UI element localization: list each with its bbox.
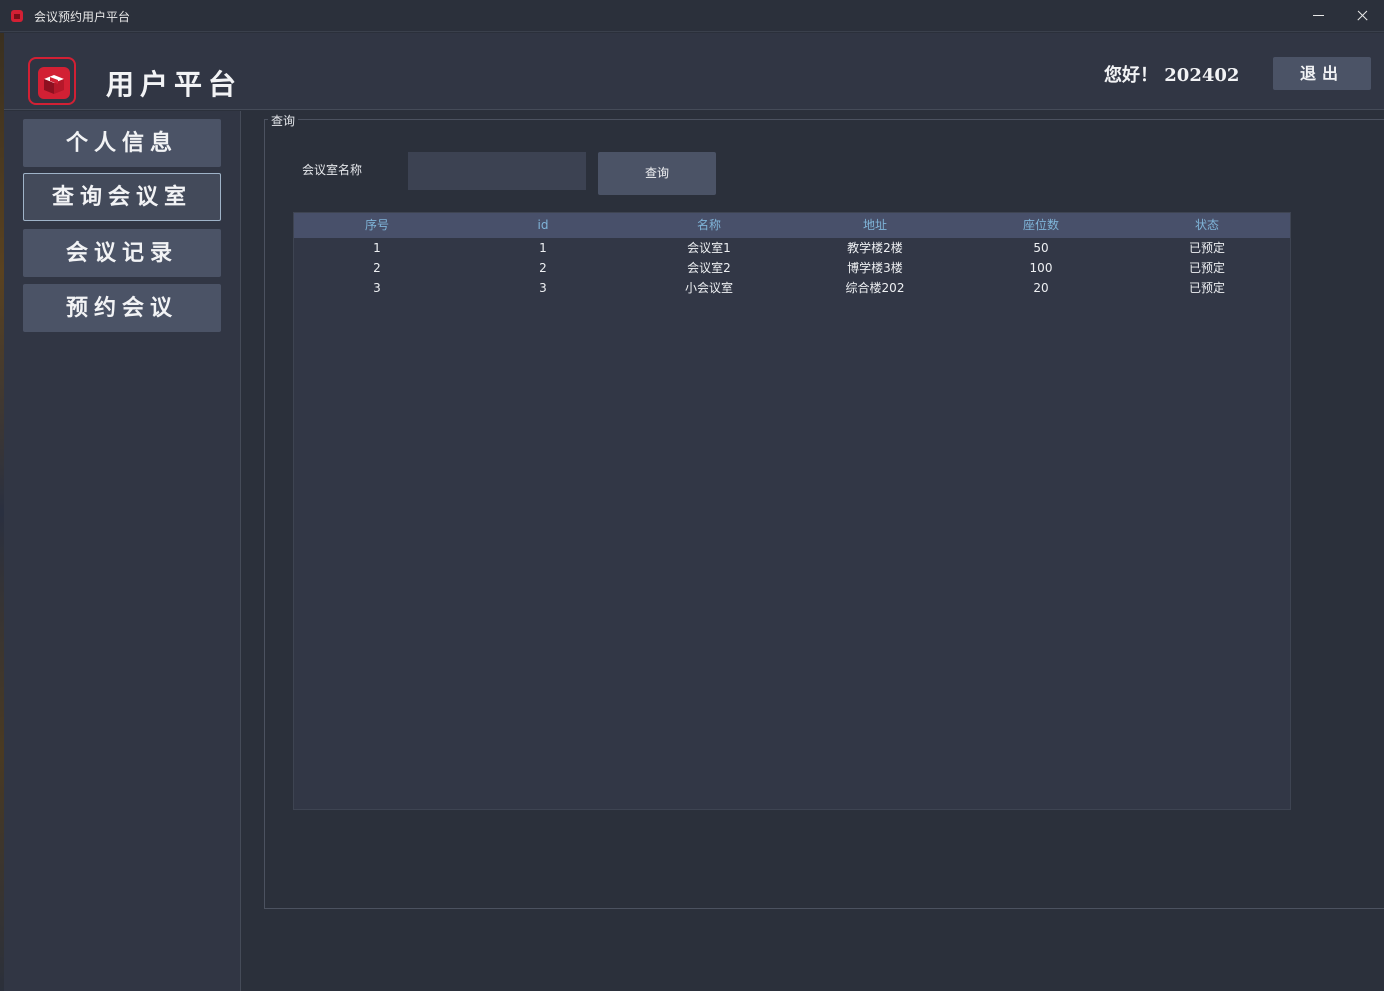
sidebar-item-personal-info[interactable]: 个人信息 [23, 119, 221, 167]
column-header[interactable]: 地址 [792, 213, 958, 238]
table-cell: 100 [1029, 261, 1053, 275]
column-header[interactable]: id [460, 213, 626, 238]
table-cell: 已预定 [1188, 281, 1225, 295]
logout-button[interactable]: 退出 [1273, 57, 1371, 90]
table-cell: 2 [539, 261, 547, 275]
column-header[interactable]: 状态 [1124, 213, 1290, 238]
close-button[interactable] [1346, 0, 1380, 32]
logo-icon [28, 57, 76, 105]
rooms-table[interactable]: 序号 id 名称 地址 座位数 状态 1 1 会议室1 教学楼2楼 50 已预定… [293, 212, 1291, 810]
header: 用户平台 您好！ 202402 退出 [4, 33, 1384, 110]
room-name-input[interactable] [408, 152, 586, 190]
app-icon [11, 10, 23, 22]
column-header[interactable]: 座位数 [958, 213, 1124, 238]
app-title: 用户平台 [106, 68, 243, 101]
column-header[interactable]: 名称 [626, 213, 792, 238]
table-cell: 1 [539, 241, 547, 255]
query-group-legend: 查询 [268, 112, 299, 129]
title-bar: 会议预约用户平台 [0, 0, 1384, 32]
table-row[interactable]: 1 1 会议室1 教学楼2楼 50 已预定 [294, 238, 1290, 258]
sidebar-item-book-meeting[interactable]: 预约会议 [23, 284, 221, 332]
table-row[interactable]: 2 2 会议室2 博学楼3楼 100 已预定 [294, 258, 1290, 278]
table-cell: 会议室1 [687, 241, 731, 255]
table-cell: 小会议室 [684, 281, 733, 295]
user-greeting: 您好！ 202402 [1104, 65, 1240, 86]
table-cell: 会议室2 [687, 261, 731, 275]
sidebar: 个人信息 查询会议室 会议记录 预约会议 [4, 111, 241, 991]
table-cell: 50 [1033, 241, 1049, 255]
table-cell: 综合楼202 [845, 281, 905, 295]
window-title: 会议预约用户平台 [34, 10, 131, 24]
table-cell: 已预定 [1188, 241, 1225, 255]
table-row[interactable]: 3 3 小会议室 综合楼202 20 已预定 [294, 278, 1290, 298]
sidebar-item-query-rooms[interactable]: 查询会议室 [23, 173, 221, 221]
query-button[interactable]: 查询 [598, 152, 716, 195]
sidebar-item-meeting-records[interactable]: 会议记录 [23, 229, 221, 277]
table-cell: 3 [539, 281, 547, 295]
column-header[interactable]: 序号 [294, 213, 460, 238]
table-cell: 2 [373, 261, 381, 275]
table-cell: 博学楼3楼 [847, 261, 903, 275]
table-cell: 1 [373, 241, 381, 255]
table-cell: 3 [373, 281, 381, 295]
table-header: 序号 id 名称 地址 座位数 状态 [294, 213, 1290, 238]
table-cell: 已预定 [1188, 261, 1225, 275]
table-cell: 20 [1033, 281, 1049, 295]
room-name-label: 会议室名称 [302, 163, 363, 177]
table-cell: 教学楼2楼 [847, 241, 903, 255]
minimize-button[interactable] [1302, 0, 1336, 32]
